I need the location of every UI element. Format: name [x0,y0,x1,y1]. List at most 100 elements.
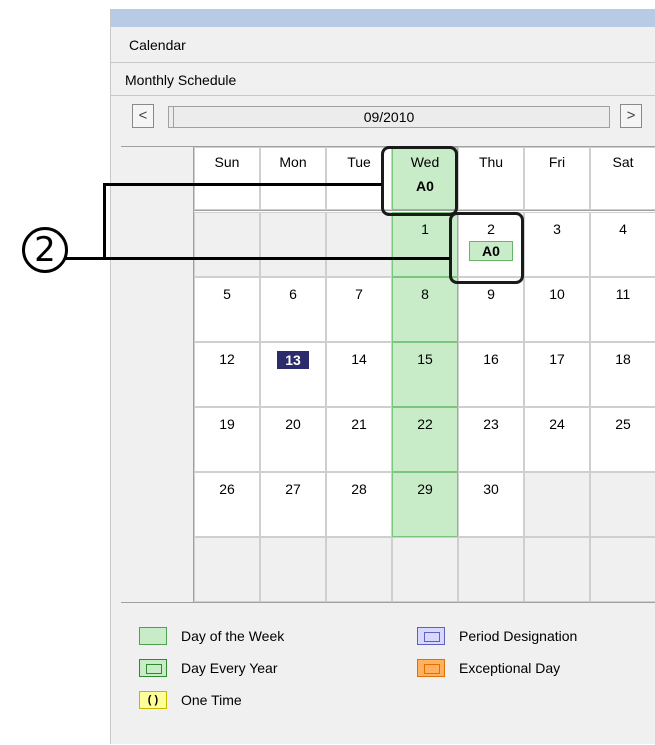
weekday-label: Sat [612,154,634,170]
legend-exceptional-day-label: Exceptional Day [459,660,561,676]
callout-line-bottom [66,257,450,260]
day-number: 15 [417,351,433,367]
day-number: 22 [417,416,433,432]
day-number: 10 [549,286,565,302]
day-cell-22[interactable]: 22 [392,407,458,472]
legend-exceptional-day-swatch [417,659,445,677]
weekday-header-fri: Fri [524,147,590,210]
day-number: 3 [553,221,561,237]
day-cell-21[interactable]: 21 [326,407,392,472]
weekday-label: Fri [548,154,566,170]
weekday-header-sat: Sat [590,147,655,210]
day-cell-11[interactable]: 11 [590,277,655,342]
day-number: 25 [615,416,631,432]
day-cell-empty [590,537,655,602]
callout-box-wed-header [381,146,458,216]
calendar-title: Calendar [111,27,655,63]
day-cell-5[interactable]: 5 [194,277,260,342]
day-number: 16 [483,351,499,367]
weekday-label: Sun [214,154,240,170]
day-cell-8[interactable]: 8 [392,277,458,342]
day-number: 21 [351,416,367,432]
weekday-header-mon: Mon [260,147,326,210]
day-cell-25[interactable]: 25 [590,407,655,472]
day-cell-empty [524,537,590,602]
calendar-title-label: Calendar [129,37,186,53]
day-number: 17 [549,351,565,367]
day-cell-4[interactable]: 4 [590,212,655,277]
legend-day-every-year-label: Day Every Year [181,660,278,676]
legend-one-time-label: One Time [181,692,242,708]
day-cell-empty [260,212,326,277]
callout-line-top [103,183,382,186]
callout-line-vertical [103,183,106,260]
day-cell-13[interactable]: 13 [260,342,326,407]
monthly-schedule-label: Monthly Schedule [125,72,237,88]
day-number: 8 [421,286,429,302]
day-cell-24[interactable]: 24 [524,407,590,472]
day-cell-empty [524,472,590,537]
weekday-label: Mon [279,154,307,170]
day-number: 30 [483,481,499,497]
legend: Day of the Week Day Every Year ( ) One T… [121,602,655,745]
legend-period-designation-swatch [417,627,445,645]
day-number: 27 [285,481,301,497]
day-cell-empty [194,537,260,602]
month-label: 09/2010 [363,109,415,125]
day-cell-6[interactable]: 6 [260,277,326,342]
day-number: 26 [219,481,235,497]
monthly-schedule-header: Monthly Schedule [111,63,655,96]
day-number: 4 [619,221,627,237]
legend-day-every-year-swatch [139,659,167,677]
day-cell-empty [392,537,458,602]
day-cell-empty [458,537,524,602]
day-cell-19[interactable]: 19 [194,407,260,472]
callout-number: 2 [34,230,56,270]
weekday-label: Thu [478,154,504,170]
prev-month-button[interactable]: < [132,104,154,128]
day-cell-empty [194,212,260,277]
week-gutter [121,147,194,602]
day-cell-30[interactable]: 30 [458,472,524,537]
day-cell-9[interactable]: 9 [458,277,524,342]
day-cell-12[interactable]: 12 [194,342,260,407]
day-cell-29[interactable]: 29 [392,472,458,537]
day-cell-27[interactable]: 27 [260,472,326,537]
day-cell-16[interactable]: 16 [458,342,524,407]
month-display: 09/2010 [168,106,610,128]
legend-period-designation-label: Period Designation [459,628,578,644]
day-cell-3[interactable]: 3 [524,212,590,277]
day-number: 1 [421,221,429,237]
callout-number-badge: 2 [22,227,68,273]
day-cell-20[interactable]: 20 [260,407,326,472]
window-titlebar [111,9,655,27]
day-cell-17[interactable]: 17 [524,342,590,407]
weekday-header-sun: Sun [194,147,260,210]
callout-box-day-2 [449,212,524,284]
day-number: 9 [487,286,495,302]
calendar-panel: Calendar Monthly Schedule < 09/2010 > Su… [110,9,655,744]
month-display-cap [169,107,174,127]
day-cell-26[interactable]: 26 [194,472,260,537]
today-number: 13 [277,351,309,369]
day-number: 18 [615,351,631,367]
day-cell-28[interactable]: 28 [326,472,392,537]
day-cell-14[interactable]: 14 [326,342,392,407]
legend-one-time-swatch: ( ) [139,691,167,709]
weekday-header-thu: Thu [458,147,524,210]
day-number: 14 [351,351,367,367]
day-number: 29 [417,481,433,497]
day-cell-18[interactable]: 18 [590,342,655,407]
day-cell-15[interactable]: 15 [392,342,458,407]
legend-day-of-week-swatch [139,627,167,645]
day-number: 19 [219,416,235,432]
day-cell-7[interactable]: 7 [326,277,392,342]
day-cell-empty [260,537,326,602]
day-cell-empty [590,472,655,537]
day-cell-23[interactable]: 23 [458,407,524,472]
day-cell-empty [326,212,392,277]
day-number: 23 [483,416,499,432]
day-cell-10[interactable]: 10 [524,277,590,342]
legend-day-of-week-label: Day of the Week [181,628,285,644]
next-month-button[interactable]: > [620,104,642,128]
